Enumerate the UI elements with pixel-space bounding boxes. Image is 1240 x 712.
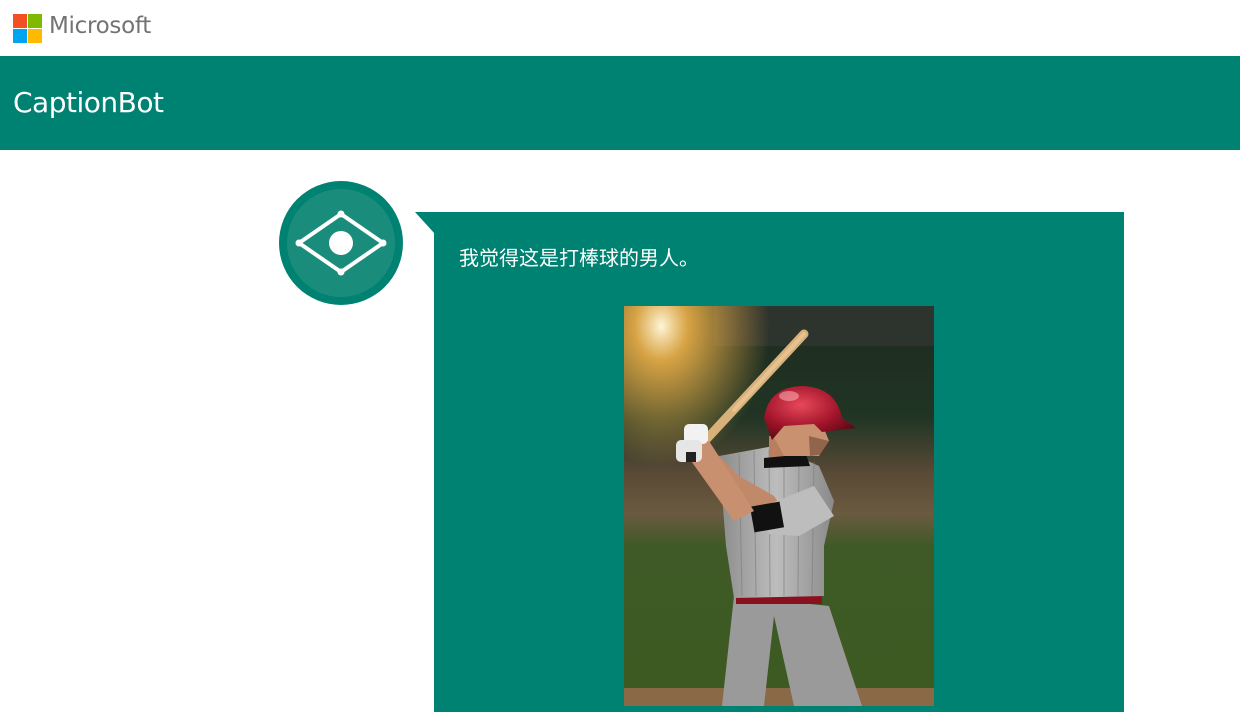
bot-message-bubble: 我觉得这是打棒球的男人。 (434, 212, 1124, 712)
app-header: CaptionBot (0, 56, 1240, 150)
logo-square-red (13, 14, 27, 28)
microsoft-logo-icon[interactable] (13, 14, 42, 43)
bubble-tail (415, 212, 435, 234)
logo-square-yellow (28, 29, 42, 43)
logo-square-green (28, 14, 42, 28)
caption-text: 我觉得这是打棒球的男人。 (459, 246, 699, 270)
logo-square-blue (13, 29, 27, 43)
app-title[interactable]: CaptionBot (13, 86, 164, 119)
baseball-player-photo (624, 306, 934, 706)
uploaded-photo (624, 306, 934, 706)
bot-avatar (279, 181, 403, 305)
microsoft-wordmark[interactable]: Microsoft (49, 13, 151, 39)
microsoft-top-bar: Microsoft (0, 0, 1240, 56)
captionbot-eye-icon (287, 189, 395, 297)
